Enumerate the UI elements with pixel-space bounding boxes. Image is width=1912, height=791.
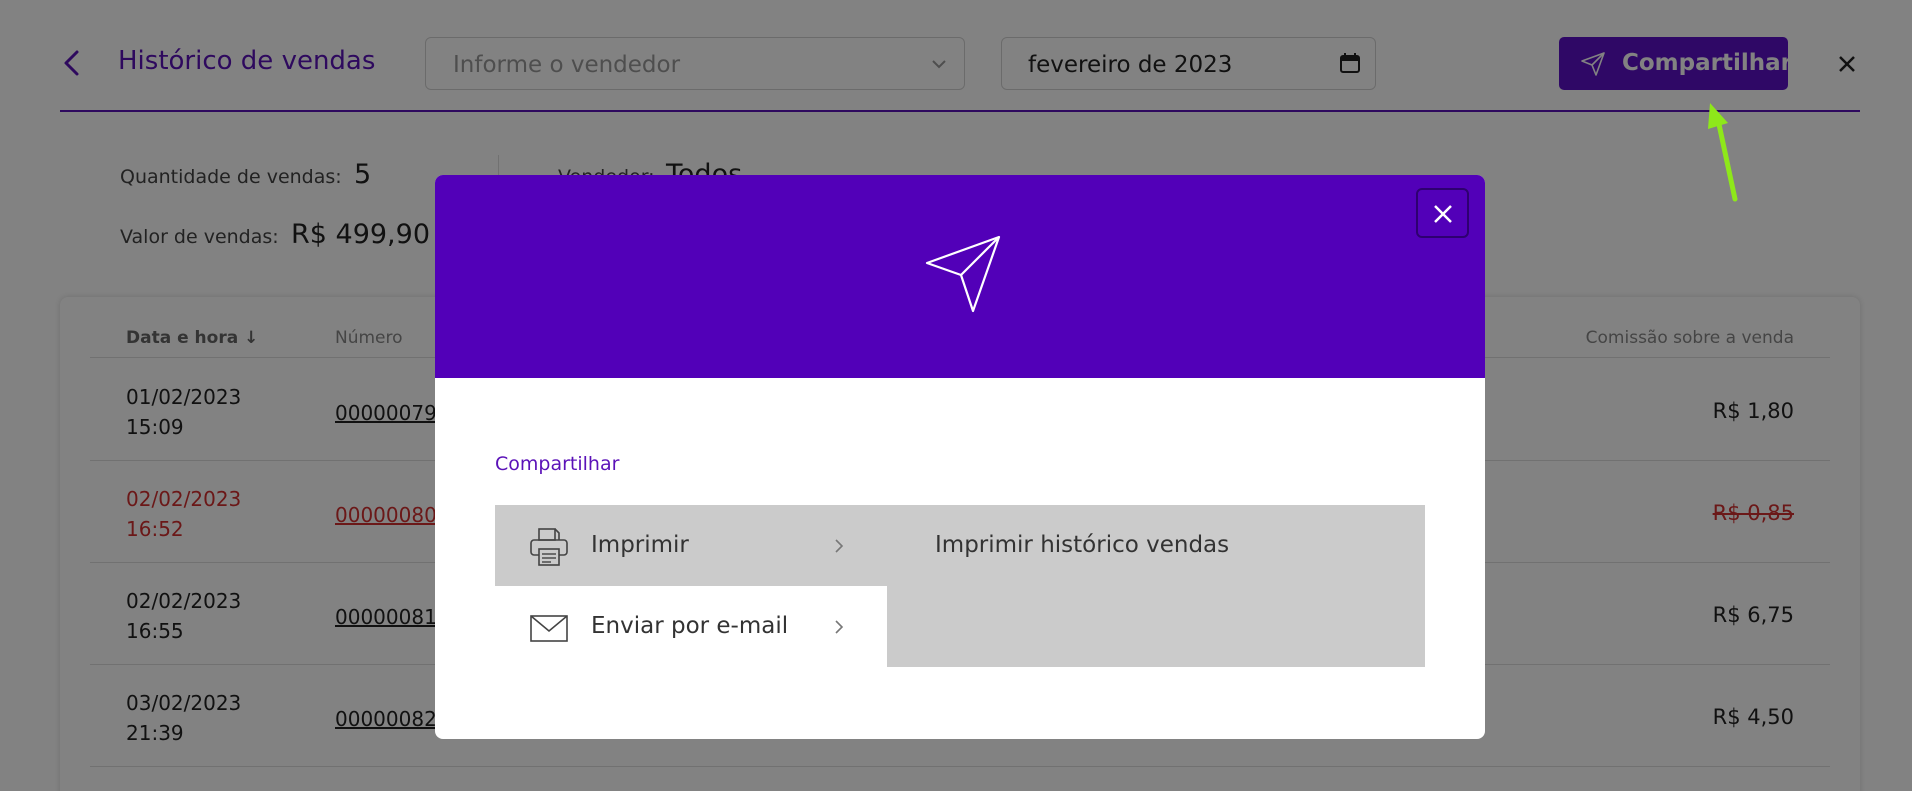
close-icon (1434, 205, 1452, 223)
share-dialog-header (435, 175, 1485, 378)
annotation-arrow-icon (1708, 103, 1738, 202)
chevron-right-icon (835, 539, 844, 553)
print-history-action[interactable]: Imprimir histórico vendas (935, 532, 1229, 558)
share-dialog: Compartilhar Imprimir Enviar por e-mail … (435, 175, 1485, 739)
send-icon (925, 235, 1001, 313)
share-detail-panel: Imprimir histórico vendas (887, 505, 1425, 667)
printer-icon (530, 528, 568, 566)
envelope-icon (530, 615, 568, 642)
share-option-email[interactable]: Enviar por e-mail (495, 586, 887, 667)
share-section-title: Compartilhar (495, 453, 620, 475)
dialog-close-button[interactable] (1416, 188, 1469, 238)
share-option-print[interactable]: Imprimir (495, 505, 887, 586)
share-option-email-label: Enviar por e-mail (591, 613, 789, 639)
chevron-right-icon (835, 620, 844, 634)
share-option-print-label: Imprimir (591, 532, 689, 558)
